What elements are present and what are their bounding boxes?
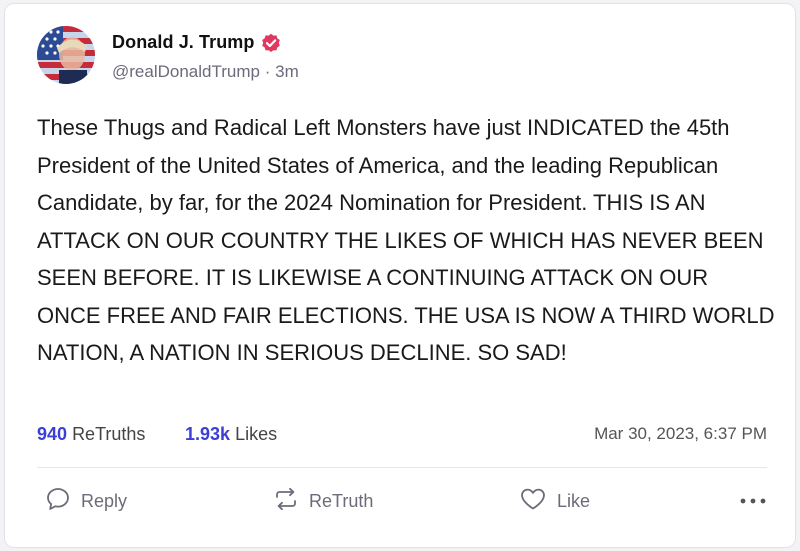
post-text: These Thugs and Radical Left Monsters ha…	[37, 115, 775, 365]
post-card: Donald J. Trump @realDonaldTrump · 3m Th…	[4, 3, 796, 548]
like-button[interactable]: Like	[519, 479, 590, 523]
more-options-button[interactable]	[739, 479, 767, 523]
action-bar: Reply ReTruth Like	[37, 479, 767, 523]
avatar[interactable]	[37, 26, 95, 84]
handle[interactable]: @realDonaldTrump	[112, 62, 260, 81]
separator: ·	[264, 62, 271, 81]
heart-icon	[519, 486, 557, 517]
post-timestamp: Mar 30, 2023, 6:37 PM	[594, 424, 767, 443]
likes-count: 1.93k	[185, 424, 231, 444]
reply-label: Reply	[81, 490, 128, 511]
likes-label: Likes	[235, 424, 278, 444]
likes-stat[interactable]: 1.93k Likes	[185, 424, 277, 445]
retruth-label: ReTruth	[309, 490, 374, 511]
ellipsis-icon	[739, 492, 767, 510]
retruths-stat[interactable]: 940 ReTruths	[37, 424, 145, 445]
retruth-button[interactable]: ReTruth	[273, 479, 373, 523]
handle-row: @realDonaldTrump · 3m	[112, 62, 299, 82]
divider	[37, 467, 767, 468]
like-label: Like	[557, 490, 591, 511]
post-header: Donald J. Trump @realDonaldTrump · 3m	[37, 26, 637, 86]
retruths-label: ReTruths	[72, 424, 146, 444]
post-stats: 940 ReTruths 1.93k Likes Mar 30, 2023, 6…	[37, 424, 767, 454]
time-ago[interactable]: 3m	[275, 62, 299, 81]
speech-bubble-icon	[45, 486, 81, 517]
repost-arrows-icon	[273, 486, 309, 517]
reply-button[interactable]: Reply	[45, 479, 127, 523]
name-row: Donald J. Trump	[112, 32, 281, 53]
verified-badge-icon	[261, 33, 281, 53]
display-name[interactable]: Donald J. Trump	[112, 32, 255, 53]
retruths-count: 940	[37, 424, 68, 444]
